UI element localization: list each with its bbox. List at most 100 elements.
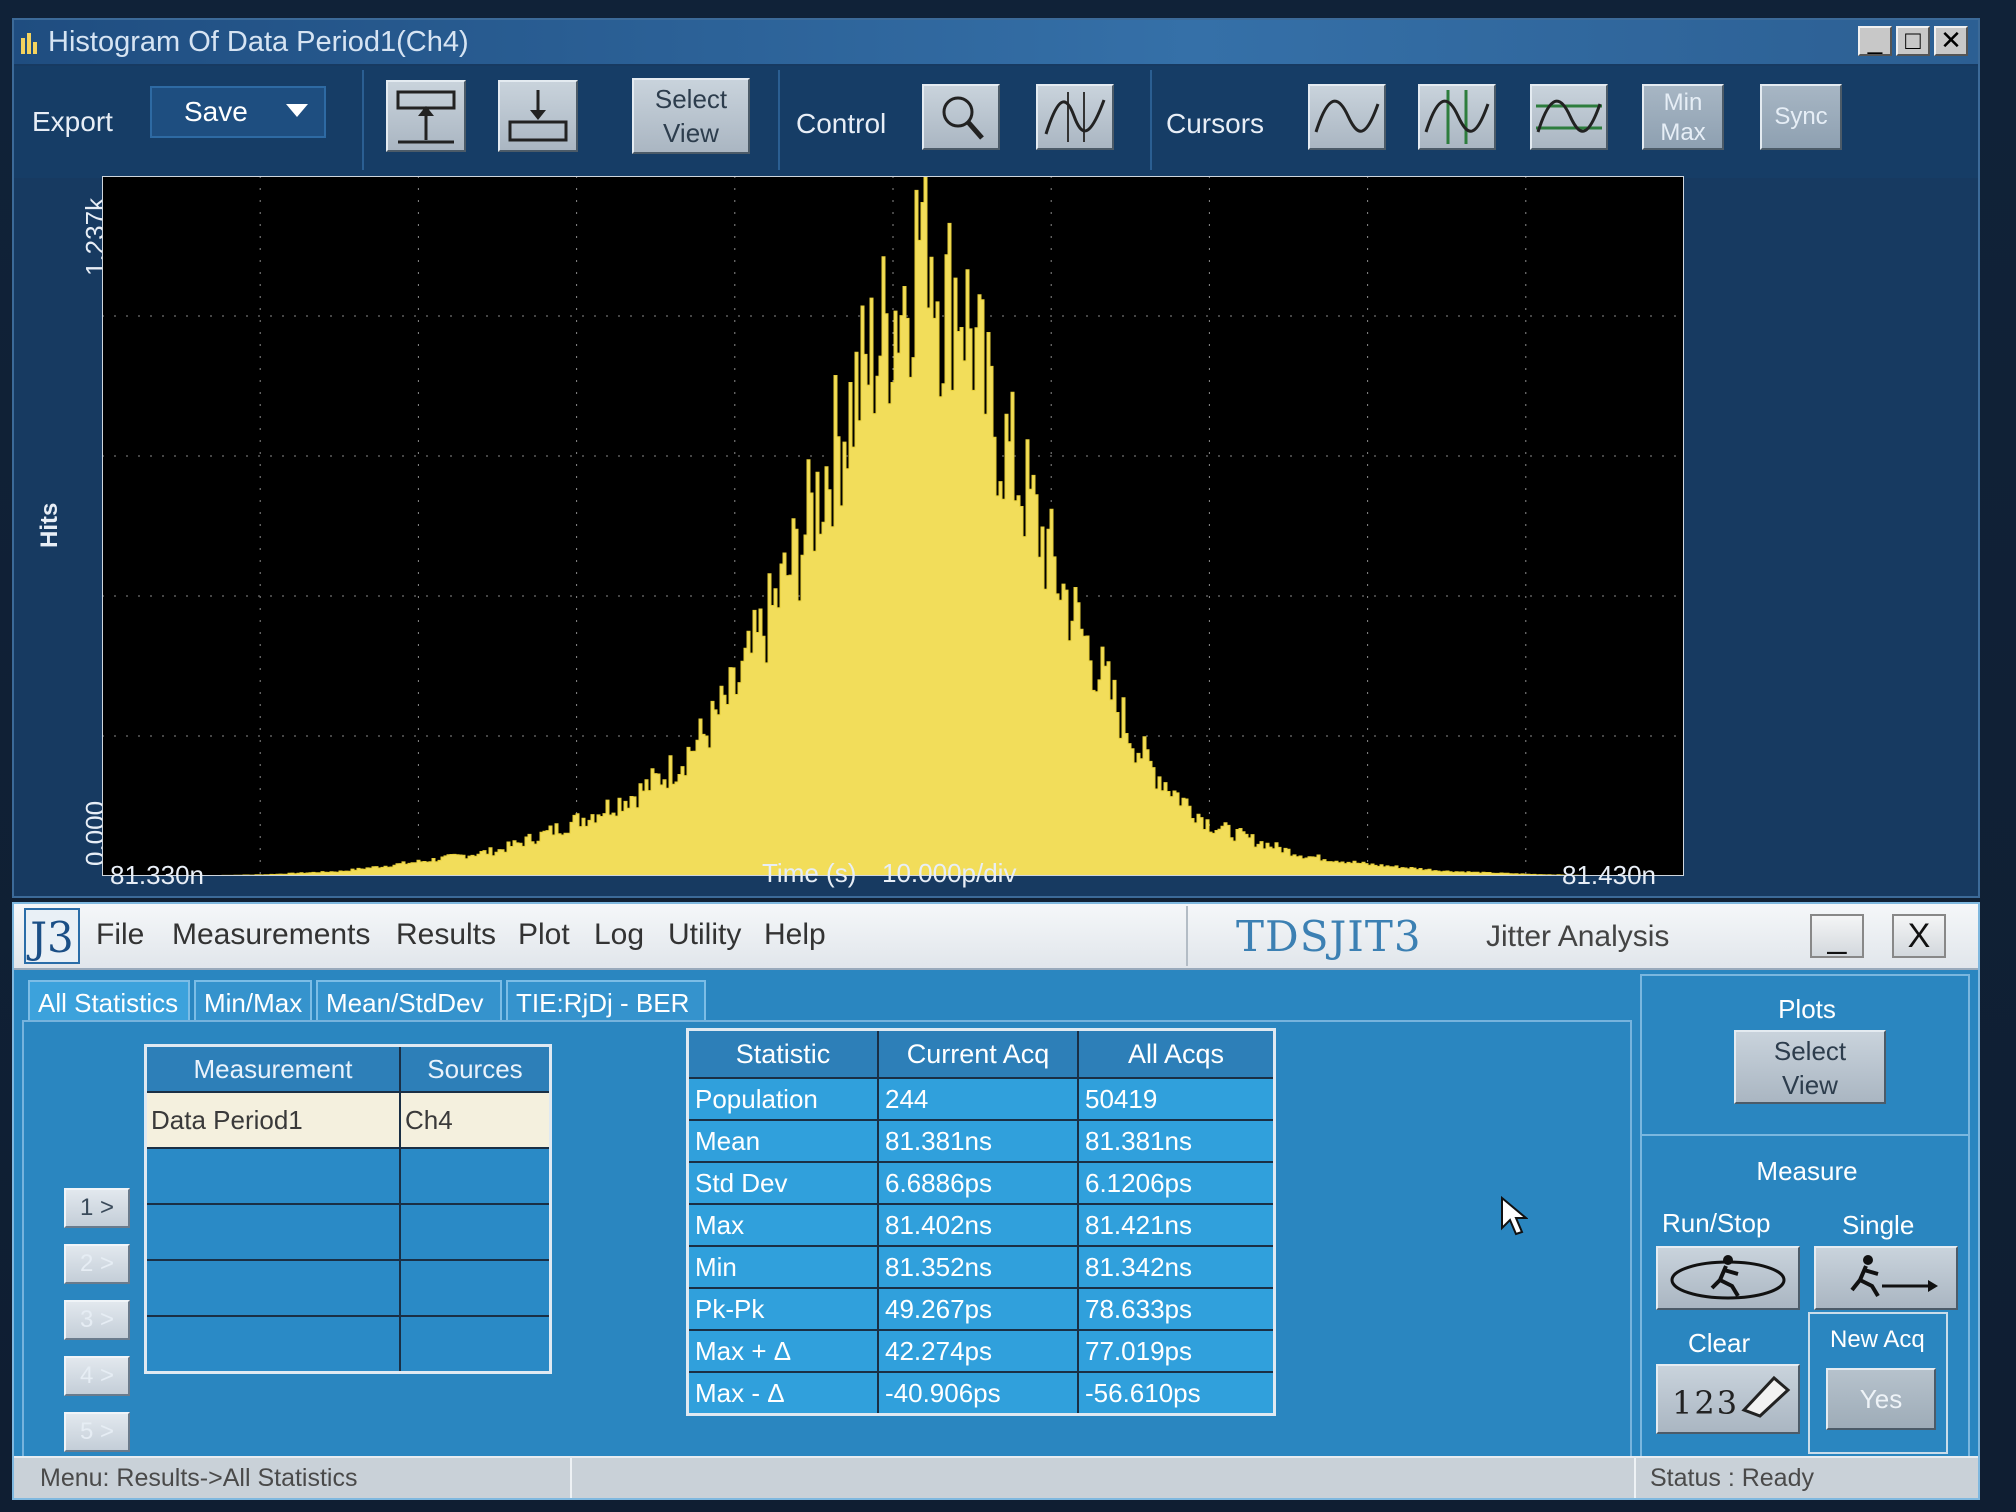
running-arrow-icon bbox=[1850, 1255, 1938, 1298]
table-row: Max - Δ -40.906ps -56.610ps bbox=[686, 1371, 1276, 1416]
all-acqs-value: 6.1206ps bbox=[1077, 1161, 1276, 1205]
measure-label: Measure bbox=[1756, 1156, 1858, 1186]
statistic-name: Mean bbox=[686, 1119, 879, 1163]
control-label: Control bbox=[796, 108, 887, 139]
toolbar-divider bbox=[362, 70, 364, 170]
table-row: Max + Δ 42.274ps 77.019ps bbox=[686, 1329, 1276, 1373]
jitter-analysis-window: J3 File Measurements Results Plot Log Ut… bbox=[12, 902, 1980, 1500]
table-row[interactable] bbox=[144, 1259, 552, 1317]
table-row[interactable] bbox=[144, 1315, 552, 1374]
brand-subtitle: Jitter Analysis bbox=[1486, 920, 1670, 953]
measurement-row-1-button[interactable]: 1 > bbox=[64, 1188, 130, 1228]
all-acqs-value: 81.342ns bbox=[1077, 1245, 1276, 1289]
menu-help[interactable]: Help bbox=[764, 918, 826, 952]
table-row: Pk-Pk 49.267ps 78.633ps bbox=[686, 1287, 1276, 1331]
current-acq-value: 6.6886ps bbox=[877, 1161, 1079, 1205]
save-label: Save bbox=[184, 96, 248, 127]
magnifier-icon bbox=[942, 96, 984, 140]
measurement-cell bbox=[144, 1147, 401, 1205]
status-bar: Menu: Results->All Statistics Status : R… bbox=[14, 1456, 1978, 1498]
zoom-up-button[interactable] bbox=[386, 80, 466, 152]
measurement-table: Measurement Sources Data Period1 Ch4 bbox=[144, 1044, 552, 1374]
histogram-svg bbox=[102, 176, 1684, 876]
horizontal-cursors-button[interactable] bbox=[1530, 84, 1608, 150]
tab-tie-rjdj-ber[interactable]: TIE:RjDj - BER bbox=[506, 980, 706, 1022]
vertical-cursors-button[interactable] bbox=[1418, 84, 1496, 150]
zoom-button[interactable] bbox=[922, 84, 1000, 150]
table-row: Max 81.402ns 81.421ns bbox=[686, 1203, 1276, 1247]
new-acq-yes-button[interactable]: Yes bbox=[1826, 1368, 1936, 1430]
source-cell bbox=[399, 1315, 552, 1374]
run-stop-button[interactable] bbox=[1656, 1246, 1800, 1310]
measurement-row-2-button[interactable]: 2 > bbox=[64, 1244, 130, 1284]
menu-plot[interactable]: Plot bbox=[518, 918, 570, 952]
table-row[interactable] bbox=[144, 1147, 552, 1205]
current-acq-value: 81.352ns bbox=[877, 1245, 1079, 1289]
clear-label: Clear bbox=[1688, 1328, 1751, 1358]
select-view-button[interactable]: Select View bbox=[632, 78, 750, 154]
waveform-control-button[interactable] bbox=[1036, 84, 1114, 150]
table-row[interactable] bbox=[144, 1203, 552, 1261]
measurement-row-3-button[interactable]: 3 > bbox=[64, 1300, 130, 1340]
menu-file[interactable]: File bbox=[96, 918, 144, 952]
tab-mean-stddev[interactable]: Mean/StdDev bbox=[316, 980, 502, 1022]
window-title: Histogram Of Data Period1(Ch4) bbox=[48, 26, 469, 58]
menu-log[interactable]: Log bbox=[594, 918, 644, 952]
all-acqs-value: 77.019ps bbox=[1077, 1329, 1276, 1373]
y-axis-label: Hits bbox=[36, 502, 63, 548]
menu-bar: J3 File Measurements Results Plot Log Ut… bbox=[14, 904, 1978, 970]
table-row: Std Dev 6.6886ps 6.1206ps bbox=[686, 1161, 1276, 1205]
current-acq-value: 42.274ps bbox=[877, 1329, 1079, 1373]
cursors-label: Cursors bbox=[1166, 108, 1265, 139]
zoom-down-button[interactable] bbox=[498, 80, 578, 152]
cursor-off-button[interactable] bbox=[1308, 84, 1386, 150]
yes-label: Yes bbox=[1859, 1384, 1903, 1414]
measurement-row-5-button[interactable]: 5 > bbox=[64, 1412, 130, 1452]
menu-measurements[interactable]: Measurements bbox=[172, 918, 370, 952]
source-cell bbox=[399, 1147, 552, 1205]
close-button[interactable]: ✕ bbox=[1934, 26, 1968, 56]
plots-select-label: Select bbox=[1773, 1036, 1847, 1066]
current-acq-value: 81.402ns bbox=[877, 1203, 1079, 1247]
j3-logo: J3 bbox=[24, 908, 80, 964]
clear-icon-text: 123 bbox=[1672, 1384, 1740, 1422]
min-max-button[interactable]: Min Max bbox=[1642, 84, 1724, 150]
select-view-label-1: Select bbox=[654, 84, 728, 114]
toolbar: Export Save Select View Control Cursors … bbox=[14, 66, 1978, 178]
app-minimize-button[interactable]: _ bbox=[1810, 914, 1864, 958]
plots-select-view-button[interactable]: Select View bbox=[1734, 1030, 1886, 1104]
table-row[interactable]: Data Period1 Ch4 bbox=[144, 1091, 552, 1149]
all-acqs-value: 78.633ps bbox=[1077, 1287, 1276, 1331]
measurement-cell bbox=[144, 1203, 401, 1261]
minimize-button[interactable]: _ bbox=[1858, 26, 1892, 56]
histogram-plot[interactable] bbox=[102, 176, 1684, 876]
measurement-cell bbox=[144, 1315, 401, 1374]
sync-button[interactable]: Sync bbox=[1760, 84, 1842, 150]
menu-results[interactable]: Results bbox=[396, 918, 496, 952]
control-panel: Plots Select View Measure Run/Stop Singl… bbox=[1640, 974, 1970, 1458]
tab-min-max[interactable]: Min/Max bbox=[194, 980, 312, 1022]
tab-all-statistics[interactable]: All Statistics bbox=[28, 980, 190, 1022]
status-menu-path: Menu: Results->All Statistics bbox=[40, 1464, 358, 1492]
sources-column-header: Sources bbox=[399, 1044, 552, 1093]
measurement-table-header: Measurement Sources bbox=[144, 1044, 552, 1093]
source-cell: Ch4 bbox=[399, 1091, 552, 1149]
sine-wave-icon bbox=[1314, 99, 1380, 133]
select-view-label-2: View bbox=[663, 118, 719, 148]
measurement-row-4-button[interactable]: 4 > bbox=[64, 1356, 130, 1396]
menu-utility[interactable]: Utility bbox=[668, 918, 741, 952]
table-row: Mean 81.381ns 81.381ns bbox=[686, 1119, 1276, 1163]
app-close-button[interactable]: X bbox=[1892, 914, 1946, 958]
export-label: Export bbox=[32, 106, 113, 137]
maximize-button[interactable]: □ bbox=[1896, 26, 1930, 56]
save-dropdown[interactable]: Save bbox=[150, 86, 326, 138]
all-acqs-value: 50419 bbox=[1077, 1077, 1276, 1121]
chevron-down-icon bbox=[286, 104, 308, 117]
single-button[interactable] bbox=[1814, 1246, 1958, 1310]
clear-button[interactable]: 123 bbox=[1656, 1364, 1800, 1434]
x-scale-label: 10.000p/div bbox=[882, 858, 1017, 888]
current-acq-value: 81.381ns bbox=[877, 1119, 1079, 1163]
statistics-table-header: Statistic Current Acq All Acqs bbox=[686, 1028, 1276, 1079]
table-row: Population 244 50419 bbox=[686, 1077, 1276, 1121]
current-acq-column-header: Current Acq bbox=[877, 1028, 1079, 1079]
